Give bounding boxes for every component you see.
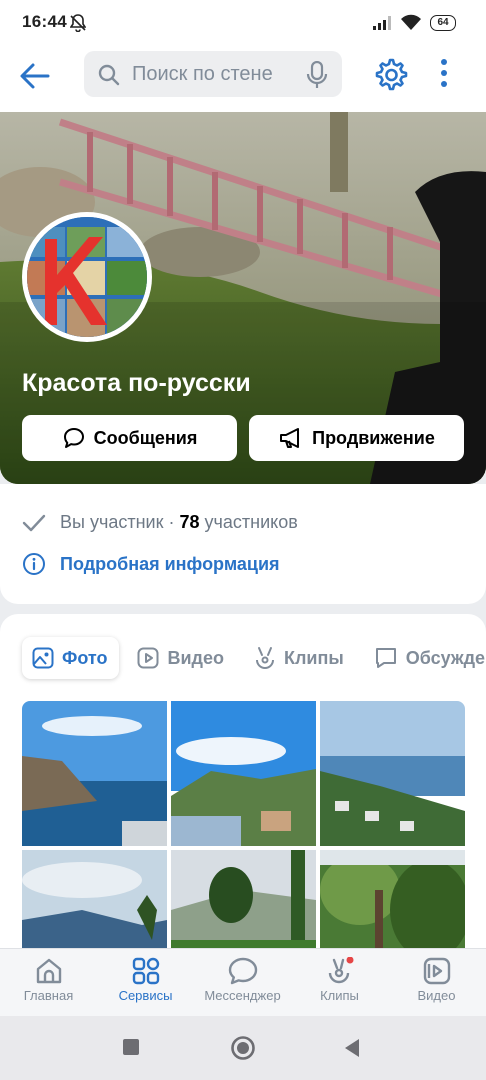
messenger-icon (228, 957, 257, 985)
photo-thumbnail[interactable] (171, 701, 316, 846)
notifications-muted-icon (70, 14, 86, 32)
tab-clips[interactable]: Клипы (244, 637, 356, 679)
clips-icon (328, 957, 353, 984)
details-label: Подробная информация (60, 553, 280, 574)
messages-label: Сообщения (93, 427, 198, 448)
promotion-button[interactable]: Продвижение (249, 415, 464, 461)
nav-home[interactable]: Главная (0, 957, 97, 1003)
photo-thumbnail[interactable] (320, 701, 465, 846)
video-icon (137, 647, 159, 669)
media-tabs: Фото Видео Клипы Обсуждения (22, 637, 486, 679)
media-section: Фото Видео Клипы Обсуждения (0, 614, 486, 954)
discussion-icon (375, 648, 396, 668)
status-time: 16:44 (22, 12, 67, 31)
messages-button[interactable]: Сообщения (22, 415, 237, 461)
megaphone-icon (280, 428, 300, 448)
group-info-card: Вы участник · 78 участников Подробная ин… (0, 484, 486, 604)
system-navigation-bar (0, 1016, 486, 1080)
bottom-navigation: Главная Сервисы Мессенджер Клипы Видео (0, 948, 486, 1017)
status-bar: 16:44 64 (0, 0, 486, 46)
tab-photo-label: Фото (62, 647, 108, 668)
photo-thumbnail[interactable] (171, 850, 316, 954)
info-icon (23, 553, 45, 575)
avatar-image (27, 217, 147, 337)
photo-thumbnail[interactable] (22, 850, 167, 954)
home-button-icon[interactable] (230, 1035, 256, 1061)
video-icon (423, 957, 450, 985)
battery-indicator: 64 (430, 15, 456, 31)
nav-clips-label: Клипы (320, 988, 359, 1003)
signal-icon (373, 16, 391, 30)
photo-icon (32, 647, 54, 669)
back-arrow-icon[interactable] (18, 61, 52, 91)
nav-services[interactable]: Сервисы (97, 957, 194, 1003)
more-vertical-icon[interactable] (438, 58, 450, 88)
group-cover: Красота по-русски Сообщения Продвижение (0, 112, 486, 484)
notification-badge (346, 957, 353, 964)
nav-clips[interactable]: Клипы (291, 957, 388, 1003)
tab-discussions[interactable]: Обсуждения (364, 637, 486, 679)
wifi-icon (401, 14, 421, 30)
nav-home-label: Главная (23, 988, 74, 1003)
top-bar: Поиск по стене (0, 46, 486, 112)
tab-video-label: Видео (167, 647, 224, 668)
membership-row[interactable]: Вы участник · 78 участников (22, 512, 298, 533)
nav-video-label: Видео (417, 988, 456, 1003)
tab-clips-label: Клипы (283, 647, 344, 668)
group-avatar[interactable] (22, 212, 152, 342)
group-name: Красота по-русски (22, 369, 251, 397)
photo-thumbnail[interactable] (22, 701, 167, 846)
home-icon (36, 958, 61, 984)
search-input[interactable]: Поиск по стене (84, 51, 342, 97)
member-count-suffix: участников (204, 512, 298, 532)
search-icon (98, 64, 120, 86)
back-button-icon[interactable] (343, 1038, 361, 1058)
nav-video[interactable]: Видео (388, 957, 485, 1003)
gear-icon[interactable] (372, 57, 408, 93)
message-bubble-icon (63, 428, 84, 448)
microphone-icon[interactable] (306, 61, 328, 89)
tab-photo[interactable]: Фото (22, 637, 120, 679)
membership-separator: · (168, 512, 175, 532)
nav-messenger[interactable]: Мессенджер (194, 957, 291, 1003)
photo-thumbnail[interactable] (320, 850, 465, 954)
promotion-label: Продвижение (312, 427, 435, 448)
clips-icon (255, 647, 274, 669)
search-placeholder: Поиск по стене (132, 63, 273, 85)
nav-services-label: Сервисы (118, 988, 173, 1003)
recents-button-icon[interactable] (122, 1038, 140, 1056)
services-icon (132, 957, 159, 985)
details-link[interactable]: Подробная информация (22, 552, 280, 576)
membership-status: Вы участник (60, 512, 164, 532)
tab-video[interactable]: Видео (127, 637, 236, 679)
member-count: 78 (179, 512, 200, 532)
tab-discussions-label: Обсуждения (405, 647, 486, 668)
checkmark-icon (22, 514, 46, 531)
nav-messenger-label: Мессенджер (204, 988, 281, 1003)
